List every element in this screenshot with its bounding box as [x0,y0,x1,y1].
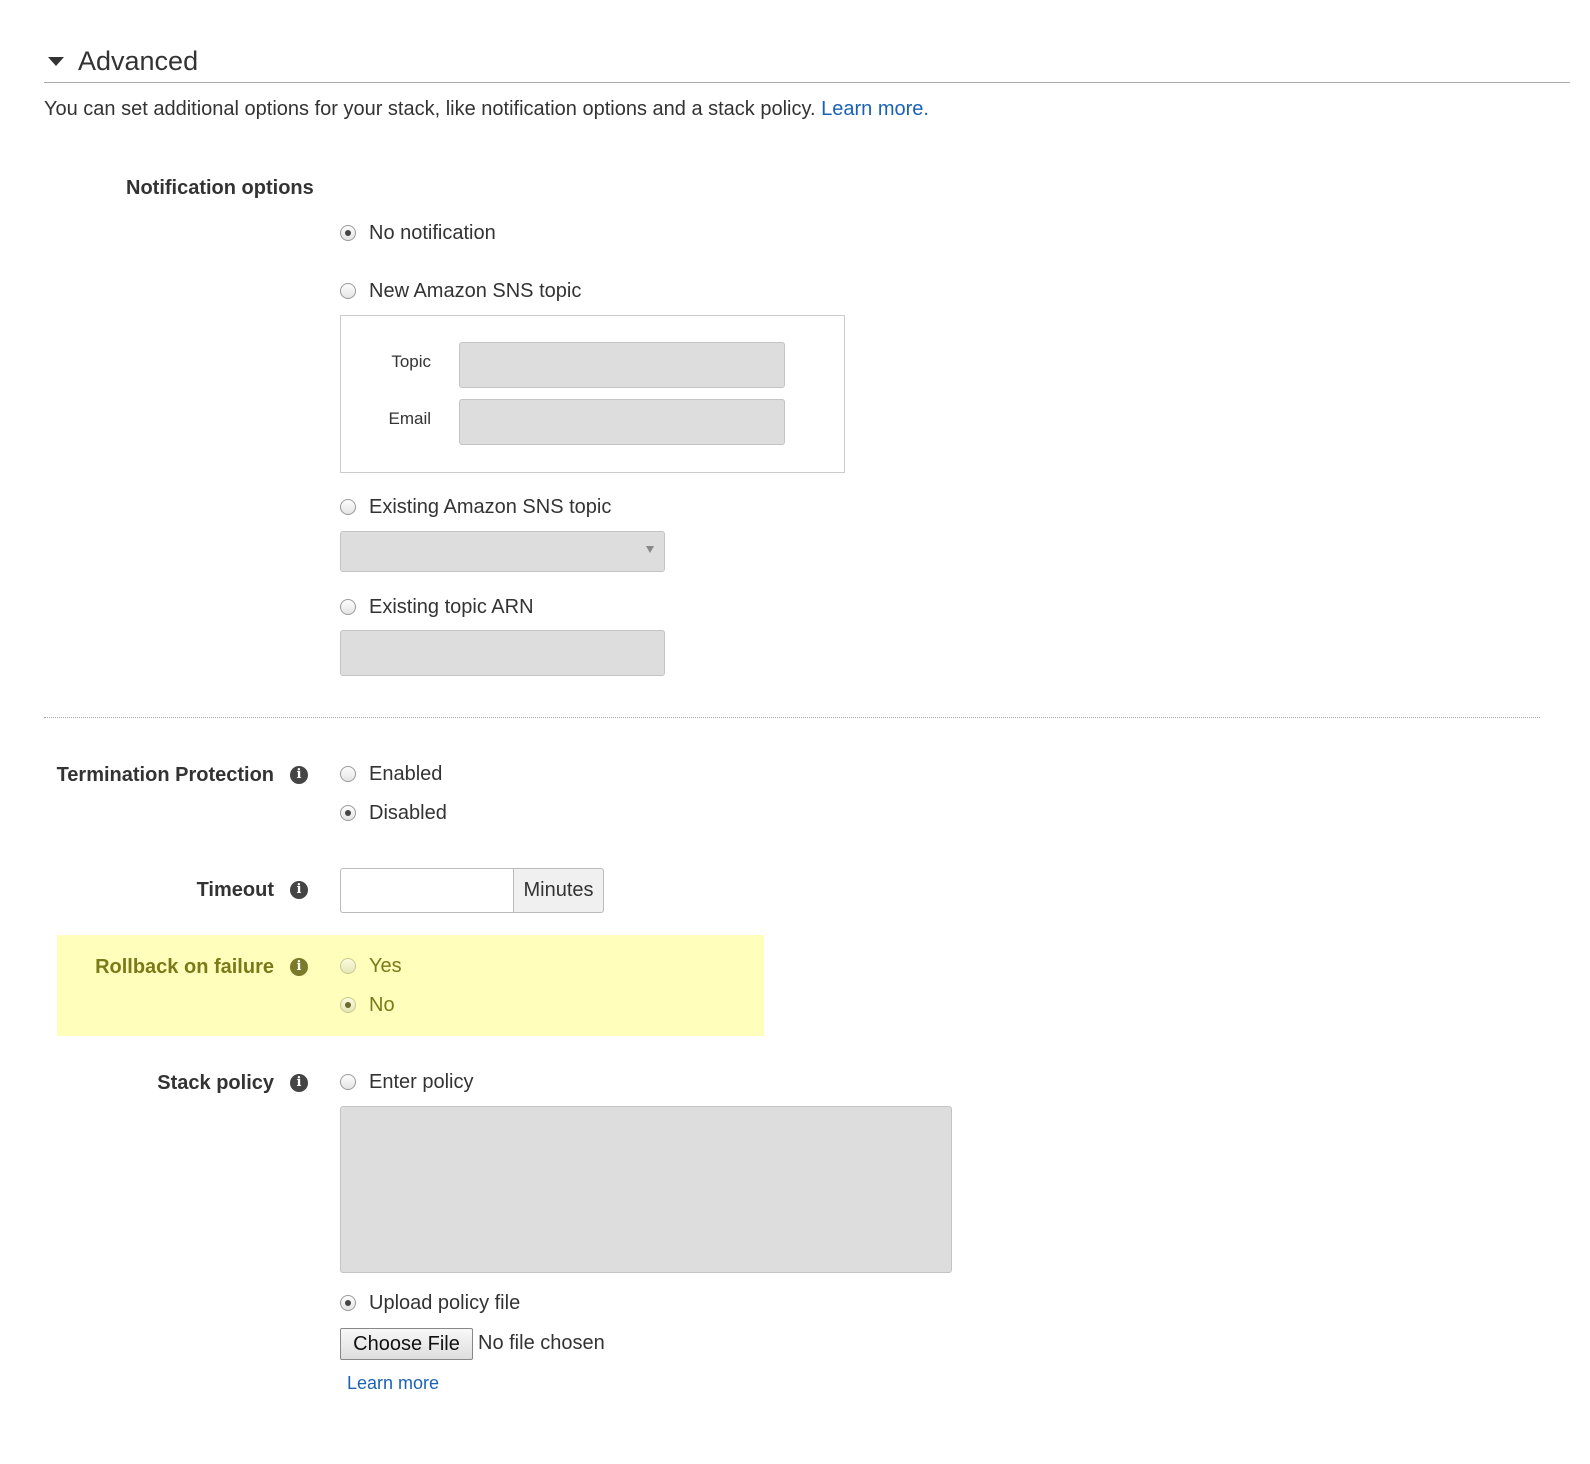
radio-upload-policy-file[interactable] [340,1295,356,1311]
timeout-unit-addon: Minutes [513,868,604,913]
radio-no-notification[interactable] [340,225,356,241]
learn-more-link[interactable]: Learn more. [821,98,929,120]
stack-policy-label: Stack policy [157,1072,274,1094]
section-divider [44,717,1540,718]
rollback-no-label: No [369,994,395,1016]
radio-rollback-yes[interactable] [340,958,356,974]
choose-file-button[interactable]: Choose File [340,1328,473,1360]
no-notification-label: No notification [369,222,496,244]
new-sns-topic-label: New Amazon SNS topic [369,280,582,302]
info-icon[interactable]: i [290,958,308,976]
existing-topic-arn-label: Existing topic ARN [369,596,534,618]
radio-termination-disabled[interactable] [340,805,356,821]
timeout-input[interactable] [340,868,514,913]
termination-protection-label: Termination Protection [56,764,274,786]
timeout-label: Timeout [196,879,274,901]
rollback-highlight [57,935,764,1036]
section-title: Advanced [78,46,199,76]
termination-enabled-label: Enabled [369,763,443,785]
notification-options-heading: Notification options [126,177,314,199]
rollback-yes-label: Yes [369,955,402,977]
new-sns-topic-box: Topic Email [340,315,845,473]
email-label: Email [388,409,431,428]
rollback-on-failure-label: Rollback on failure [95,956,274,978]
existing-sns-topic-label: Existing Amazon SNS topic [369,496,612,518]
radio-enter-policy[interactable] [340,1074,356,1090]
radio-existing-topic-arn[interactable] [340,599,356,615]
info-icon[interactable]: i [290,1074,308,1092]
dropdown-arrow-icon [646,546,654,553]
policy-textarea[interactable] [340,1106,952,1273]
info-icon[interactable]: i [290,881,308,899]
file-status-text: No file chosen [478,1332,605,1354]
existing-sns-topic-select[interactable] [340,531,665,572]
termination-disabled-label: Disabled [369,802,447,824]
upload-policy-file-label: Upload policy file [369,1292,521,1314]
info-icon[interactable]: i [290,766,308,784]
existing-topic-arn-input[interactable] [340,630,665,676]
enter-policy-label: Enter policy [369,1071,474,1093]
email-input[interactable] [459,399,785,445]
advanced-section-header[interactable]: Advanced [44,40,1570,83]
policy-learn-more-link[interactable]: Learn more [347,1373,439,1394]
radio-new-sns-topic[interactable] [340,283,356,299]
radio-rollback-no[interactable] [340,997,356,1013]
topic-label: Topic [391,352,431,371]
radio-termination-enabled[interactable] [340,766,356,782]
section-intro: You can set additional options for your … [44,98,929,121]
intro-text: You can set additional options for your … [44,98,816,120]
radio-existing-sns-topic[interactable] [340,499,356,515]
caret-down-icon[interactable] [48,57,64,66]
topic-input[interactable] [459,342,785,388]
